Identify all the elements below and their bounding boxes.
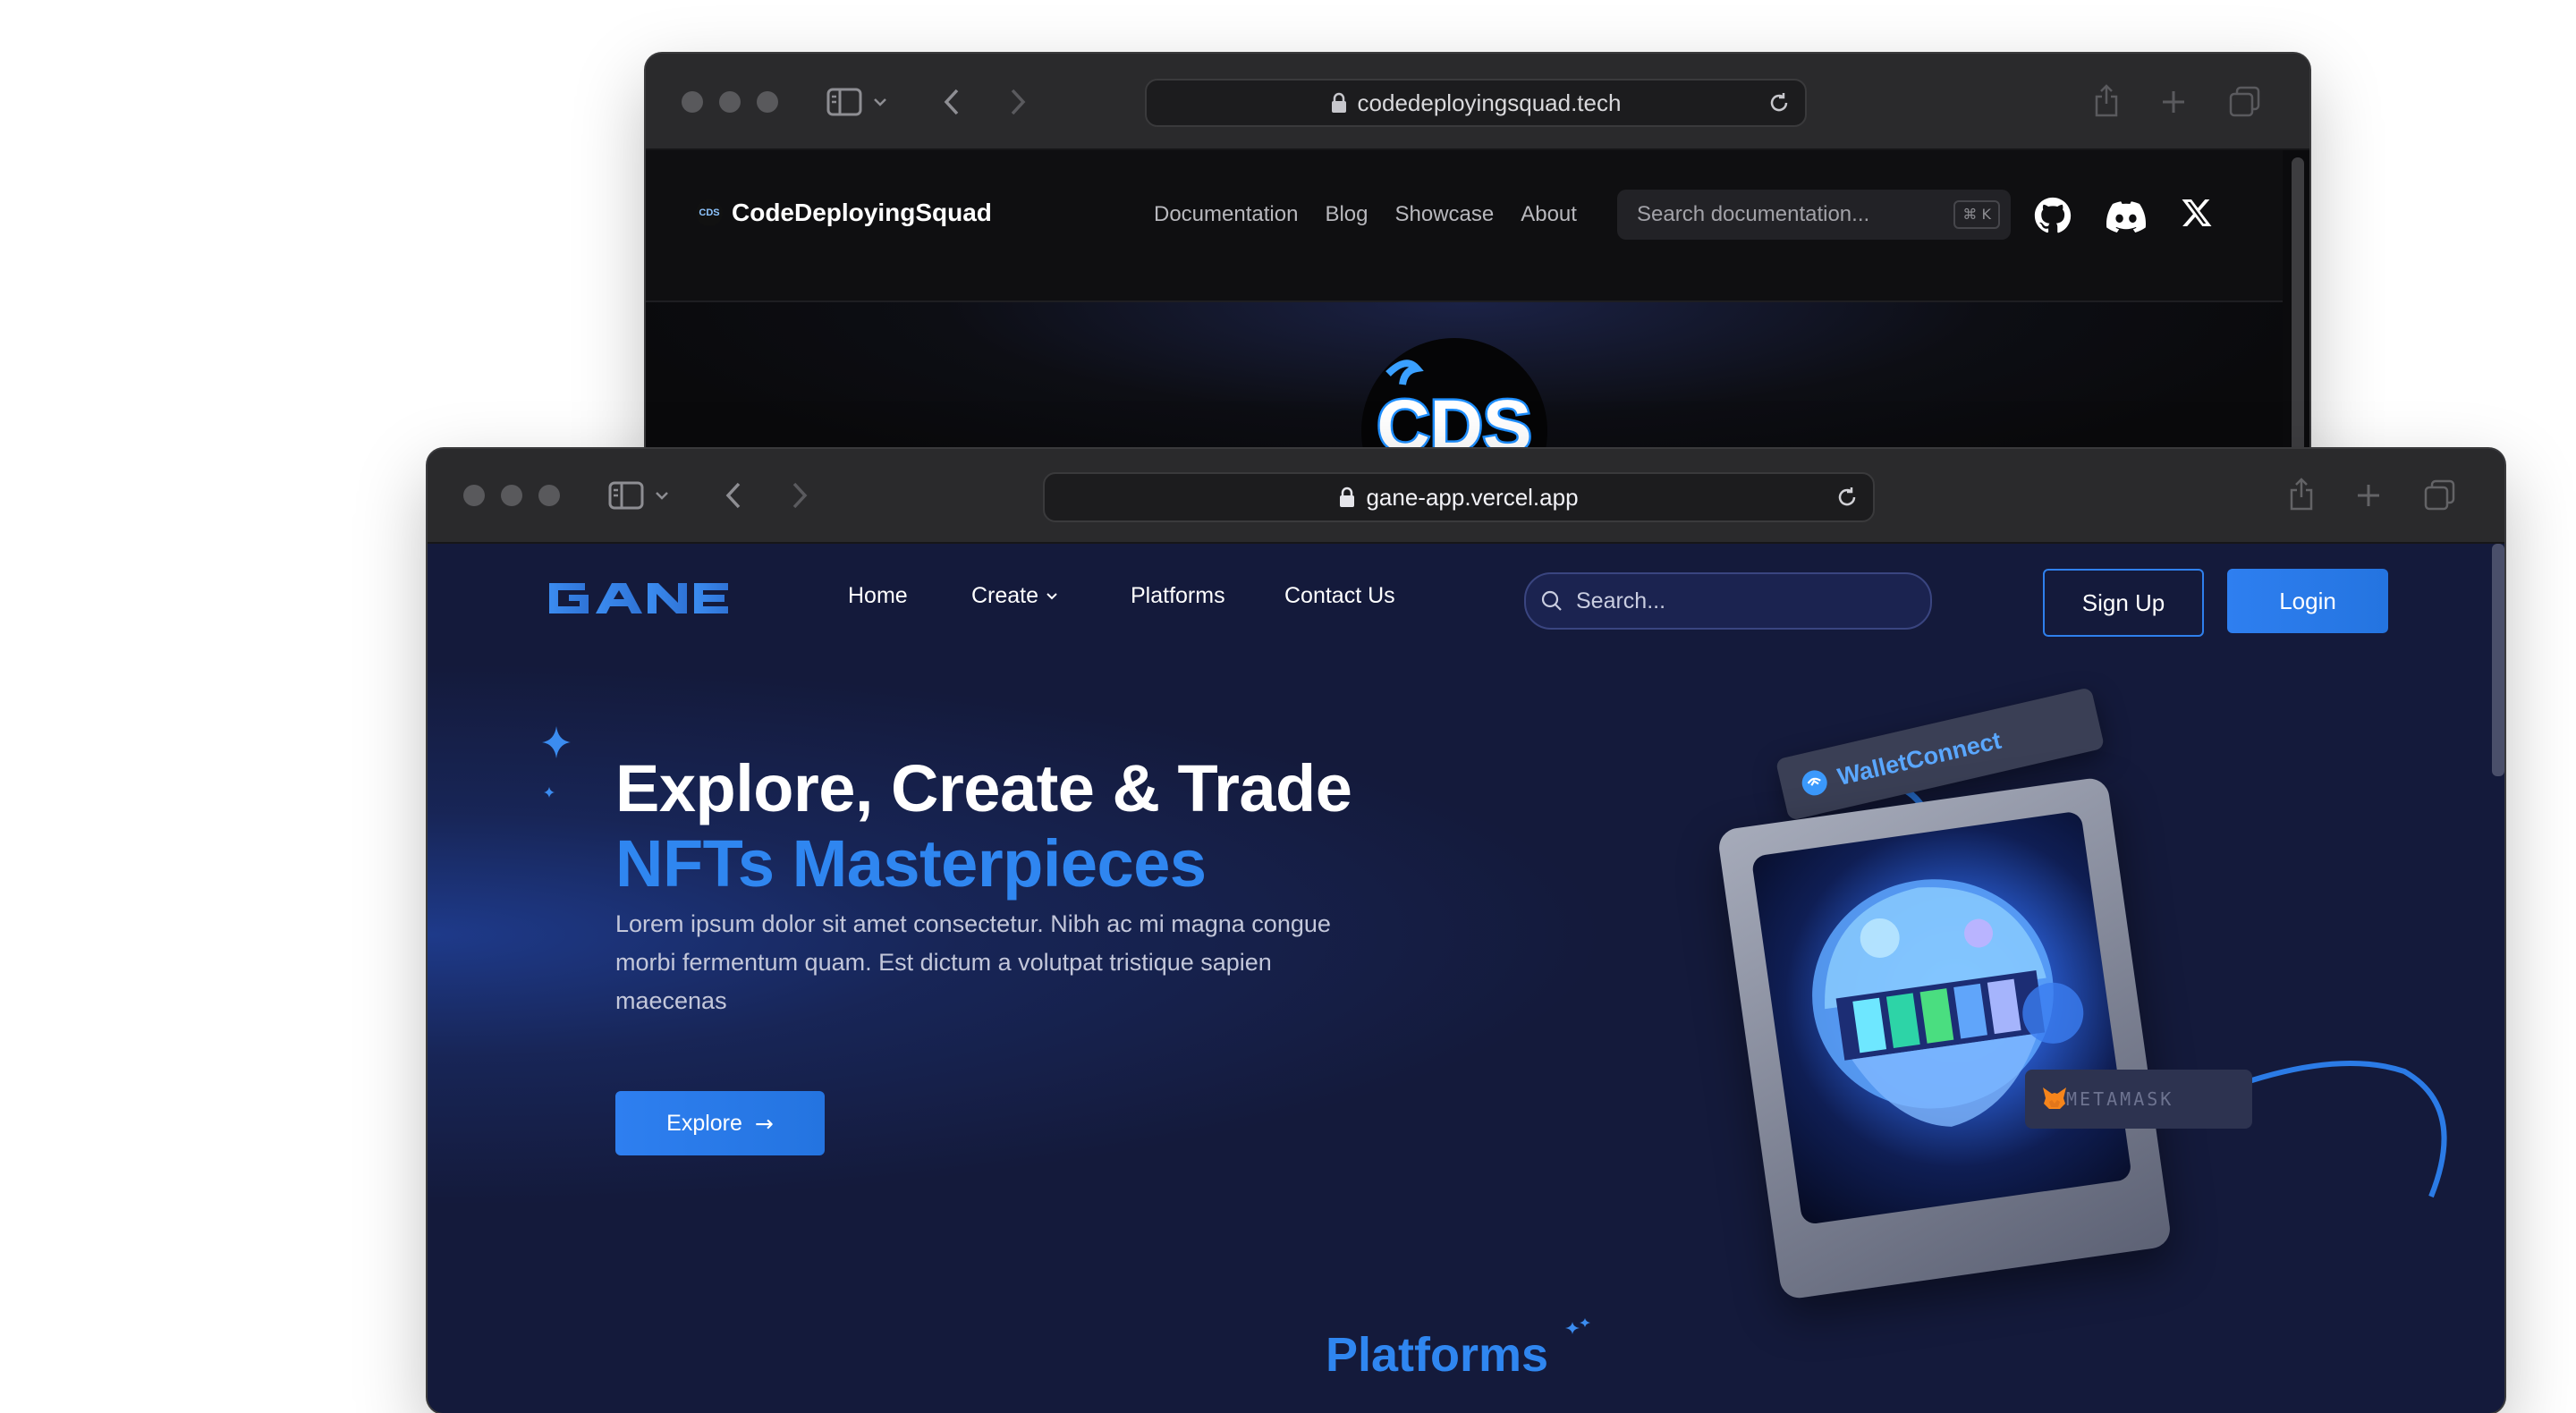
metamask-badge: METAMASK [2025, 1070, 2252, 1129]
close-window-button[interactable] [463, 485, 485, 506]
keyboard-shortcut-badge: ⌘ K [1953, 200, 2000, 229]
browser-window-codedeployingsquad: codedeployingsquad.tech CDS CodeDeployin… [646, 54, 2309, 483]
nft-image [1750, 810, 2132, 1226]
url-text: codedeployingsquad.tech [1357, 89, 1622, 116]
new-tab-icon[interactable] [2161, 89, 2186, 114]
search-icon [1541, 590, 1562, 611]
nav-link-showcase[interactable]: Showcase [1394, 202, 1494, 227]
cds-brand[interactable]: CDS CodeDeployingSquad [696, 199, 992, 227]
x-icon[interactable] [2181, 197, 2213, 229]
nav-link-create: Create [971, 583, 1039, 608]
platforms-section-title: Platforms [1326, 1328, 1549, 1382]
lock-icon [1340, 487, 1355, 507]
browser-toolbar: gane-app.vercel.app [428, 449, 2504, 544]
nft-card-frame [1716, 775, 2173, 1301]
minimize-window-button[interactable] [719, 91, 741, 113]
explore-label: Explore [666, 1110, 742, 1136]
lock-icon [1331, 92, 1346, 113]
sparkle-small-icon [544, 787, 555, 798]
nav-link-platforms[interactable]: Platforms [1131, 583, 1225, 609]
browser-window-gane: gane-app.vercel.app Home Create Platform… [428, 449, 2504, 1413]
cds-navbar: CDS CodeDeployingSquad Documentation Blo… [646, 150, 2283, 302]
arrow-right-icon: → [754, 1110, 774, 1137]
sidebar-toggle-icon[interactable] [826, 88, 862, 116]
url-text: gane-app.vercel.app [1366, 483, 1579, 511]
browser-toolbar: codedeployingsquad.tech [646, 54, 2309, 150]
hero-description: Lorem ipsum dolor sit amet consectetur. … [615, 910, 1331, 1014]
cds-search-placeholder: Search documentation... [1637, 202, 1870, 226]
gane-logo[interactable] [544, 580, 733, 617]
window-controls [463, 485, 560, 506]
metamask-label: METAMASK [2066, 1088, 2174, 1110]
hero-title-line2: NFTs Masterpieces [615, 826, 1207, 901]
explore-button[interactable]: Explore → [615, 1091, 825, 1155]
new-tab-icon[interactable] [2356, 483, 2381, 508]
metamask-fox-icon [2043, 1087, 2066, 1109]
scrollbar[interactable] [2492, 544, 2504, 776]
forward-arrow-icon[interactable] [791, 481, 809, 510]
minimize-window-button[interactable] [501, 485, 522, 506]
window-controls [682, 91, 778, 113]
login-button[interactable]: Login [2227, 569, 2388, 633]
back-arrow-icon[interactable] [943, 88, 961, 116]
scrollbar[interactable] [2292, 157, 2304, 479]
cds-nav-links: Documentation Blog Showcase About [1154, 202, 1577, 227]
tab-overview-icon[interactable] [2424, 479, 2456, 512]
reload-icon[interactable] [1835, 486, 1859, 509]
share-icon[interactable] [2288, 476, 2315, 512]
nav-link-home[interactable]: Home [848, 583, 908, 609]
github-icon[interactable] [2034, 197, 2072, 234]
hero-title-line1: Explore, Create & Trade [615, 751, 1352, 825]
sparkle-icon [1565, 1318, 1590, 1334]
zoom-window-button[interactable] [538, 485, 560, 506]
nav-link-contact-us[interactable]: Contact Us [1284, 583, 1395, 609]
nav-link-blog[interactable]: Blog [1325, 202, 1368, 227]
sparkle-icon [542, 726, 571, 758]
chevron-down-icon [1046, 592, 1057, 599]
chevron-down-icon[interactable] [655, 490, 669, 501]
close-window-button[interactable] [682, 91, 703, 113]
chevron-down-icon[interactable] [873, 97, 887, 107]
back-arrow-icon[interactable] [724, 481, 742, 510]
gane-page: Home Create Platforms Contact Us Search.… [428, 544, 2504, 1413]
search-input[interactable]: Search... [1524, 572, 1932, 630]
forward-arrow-icon[interactable] [1009, 88, 1027, 116]
reload-icon[interactable] [1767, 91, 1791, 114]
sidebar-toggle-icon[interactable] [608, 481, 644, 510]
nav-link-documentation[interactable]: Documentation [1154, 202, 1298, 227]
tab-overview-icon[interactable] [2229, 86, 2261, 118]
address-bar[interactable]: gane-app.vercel.app [1043, 472, 1875, 522]
search-placeholder: Search... [1576, 588, 1666, 613]
discord-icon[interactable] [2106, 200, 2147, 233]
nav-dropdown-create[interactable]: Create [971, 583, 1058, 609]
zoom-window-button[interactable] [757, 91, 778, 113]
nav-link-about[interactable]: About [1521, 202, 1577, 227]
hero-heading: Explore, Create & Trade NFTs Masterpiece… [615, 751, 1385, 901]
address-bar[interactable]: codedeployingsquad.tech [1145, 79, 1807, 127]
sign-up-button[interactable]: Sign Up [2043, 569, 2204, 637]
cds-brand-icon: CDS [696, 199, 723, 226]
share-icon[interactable] [2093, 82, 2120, 118]
cds-brand-text: CodeDeployingSquad [732, 199, 992, 226]
walletconnect-icon [1801, 770, 1827, 796]
cds-search-box[interactable]: Search documentation... ⌘ K [1617, 190, 2011, 240]
